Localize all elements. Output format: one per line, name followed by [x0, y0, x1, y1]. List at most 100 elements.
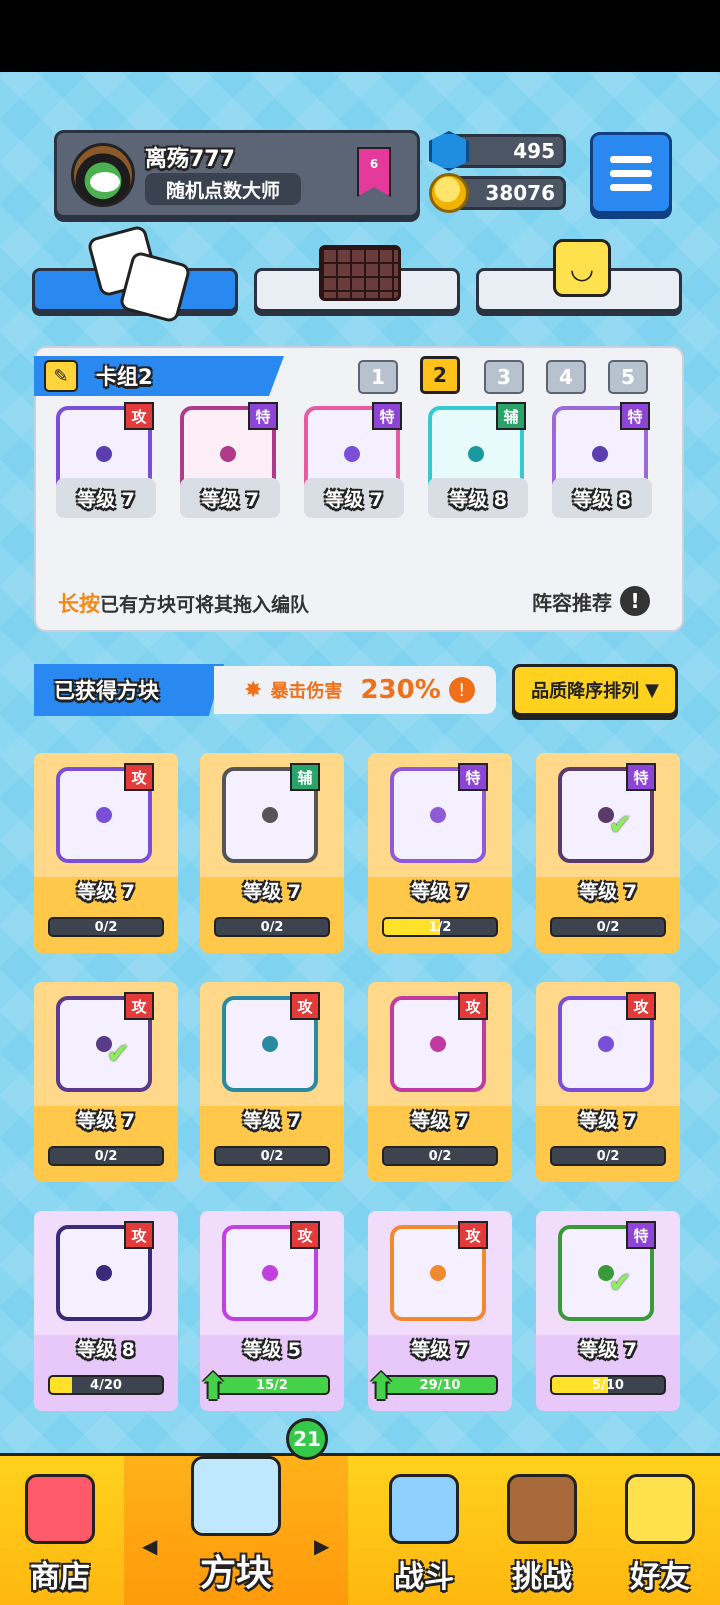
deck-card-level: 等级 7	[180, 478, 280, 518]
shield-icon	[389, 1474, 459, 1544]
info-icon[interactable]: !	[620, 586, 650, 616]
card-level: 等级 7	[411, 1110, 469, 1132]
signboard-icon	[507, 1474, 577, 1544]
nav-battle-label: 战斗	[394, 1560, 454, 1595]
nav-shop[interactable]: 商店	[0, 1456, 120, 1605]
player-title: 随机点数大师	[145, 173, 301, 205]
owned-card[interactable]: 攻等级 7 29/10 ⬆	[368, 1211, 512, 1411]
nav-challenge[interactable]: 挑战	[482, 1456, 602, 1605]
block-icon: 特 ✔	[558, 763, 656, 863]
progress-text: 0/2	[428, 1148, 452, 1164]
gem-icon	[429, 131, 469, 171]
owned-card[interactable]: 特等级 7 1/2	[368, 753, 512, 953]
upgrade-progress-bar: 0/2	[214, 917, 330, 937]
tab-emote[interactable]: ◡	[476, 239, 682, 312]
owned-card[interactable]: 攻等级 8 4/20	[34, 1211, 178, 1411]
sort-dropdown[interactable]: 品质降序排列 ▼	[512, 664, 678, 716]
triangle-down-icon: ▼	[645, 679, 659, 701]
block-icon: 攻	[390, 1221, 488, 1321]
deck-slot-2[interactable]: 2	[420, 356, 460, 394]
type-tag: 特	[372, 402, 402, 430]
drag-hint: 长按已有方块可将其拖入编队	[58, 588, 309, 618]
type-tag: 攻	[124, 402, 154, 430]
coins-value: 38076	[485, 181, 555, 205]
owned-card[interactable]: 攻 ✔ 等级 7 0/2	[34, 982, 178, 1182]
nav-challenge-label: 挑战	[512, 1560, 572, 1595]
upgrade-progress-bar: 0/2	[550, 917, 666, 937]
deck-card-level: 等级 7	[304, 478, 404, 518]
owned-card[interactable]: 辅等级 7 0/2	[200, 753, 344, 953]
type-tag: 特	[626, 763, 656, 791]
nav-shop-label: 商店	[30, 1560, 90, 1595]
crit-value: 230%	[360, 675, 441, 705]
friend-block-icon	[625, 1474, 695, 1544]
upgrade-progress-bar: 15/2	[214, 1375, 330, 1395]
block-icon: 攻	[56, 763, 154, 863]
deck-name: 卡组2	[96, 365, 153, 389]
type-tag: 攻	[458, 992, 488, 1020]
check-icon: ✔	[608, 808, 632, 841]
arrow-right-icon[interactable]: ▶	[314, 1534, 329, 1558]
deck-slot-1[interactable]: 1	[358, 360, 398, 394]
nav-friends[interactable]: 好友	[600, 1456, 720, 1605]
nav-battle[interactable]: 战斗	[364, 1456, 484, 1605]
owned-card[interactable]: 攻等级 7 0/2	[200, 982, 344, 1182]
upgrade-arrow-icon: ⬆	[200, 1367, 229, 1408]
type-tag: 特	[458, 763, 488, 791]
owned-card[interactable]: 攻等级 5 15/2 ⬆	[200, 1211, 344, 1411]
progress-text: 0/2	[596, 919, 620, 935]
arrow-left-icon[interactable]: ◀	[142, 1534, 157, 1558]
recommend-button[interactable]: 阵容推荐 !	[532, 586, 650, 616]
owned-card[interactable]: 攻等级 7 0/2	[368, 982, 512, 1182]
card-level: 等级 7	[579, 1110, 637, 1132]
type-tag: 攻	[626, 992, 656, 1020]
nav-blocks[interactable]: 方块 ◀ ▶	[124, 1456, 348, 1605]
rank-badge-icon[interactable]: 6	[357, 147, 391, 197]
coins-counter[interactable]: 38076	[429, 173, 566, 213]
block-icon: 特 ✔	[558, 1221, 656, 1321]
bottom-nav: 商店 方块 ◀ ▶ 21 战斗 挑战 好友	[0, 1418, 720, 1605]
card-level: 等级 7	[579, 881, 637, 903]
player-name: 离殇777	[145, 147, 235, 172]
progress-text: 0/2	[94, 1148, 118, 1164]
type-tag: 攻	[124, 992, 154, 1020]
deck-title-bar[interactable]: ✎ 卡组2	[34, 356, 284, 396]
player-profile[interactable]: 离殇777 随机点数大师 6	[54, 130, 420, 218]
owned-card[interactable]: 特 ✔ 等级 7 5/10	[536, 1211, 680, 1411]
player-avatar[interactable]	[71, 143, 135, 207]
type-tag: 辅	[290, 763, 320, 791]
menu-button[interactable]	[590, 132, 672, 214]
card-level: 等级 7	[77, 881, 135, 903]
tab-board[interactable]	[254, 245, 460, 312]
gems-counter[interactable]: 495	[429, 131, 566, 171]
owned-card[interactable]: 特 ✔ 等级 7 0/2	[536, 753, 680, 953]
type-tag: 特	[620, 402, 650, 430]
type-tag: 攻	[290, 992, 320, 1020]
card-level: 等级 7	[243, 1110, 301, 1132]
deck-slot-4[interactable]: 4	[546, 360, 586, 394]
progress-text: 1/2	[428, 919, 452, 935]
type-tag: 攻	[458, 1221, 488, 1249]
progress-text: 0/2	[260, 1148, 284, 1164]
pencil-icon[interactable]: ✎	[44, 360, 78, 392]
check-icon: ✔	[106, 1037, 130, 1070]
coin-icon	[429, 173, 469, 213]
tab-dice[interactable]	[32, 224, 238, 324]
owned-card[interactable]: 攻等级 7 0/2	[34, 753, 178, 953]
owned-label: 已获得方块	[34, 664, 224, 716]
crit-damage-box[interactable]: ✸ 暴击伤害 230% !	[214, 666, 496, 714]
info-icon[interactable]: !	[448, 677, 475, 703]
card-level: 等级 5	[243, 1339, 301, 1361]
card-level: 等级 7	[243, 881, 301, 903]
deck-slot-3[interactable]: 3	[484, 360, 524, 394]
upgrade-progress-bar: 0/2	[550, 1146, 666, 1166]
owned-header: 已获得方块 ✸ 暴击伤害 230% !	[34, 664, 496, 716]
deck-slot-5[interactable]: 5	[608, 360, 648, 394]
type-tag: 特	[248, 402, 278, 430]
block-icon: 攻	[222, 992, 320, 1092]
game-screen: 离殇777 随机点数大师 6 495 38076 ◡ ✎ 卡组2 1 2 3 4…	[0, 72, 720, 1605]
block-icon: 攻	[558, 992, 656, 1092]
progress-text: 0/2	[260, 919, 284, 935]
owned-card[interactable]: 攻等级 7 0/2	[536, 982, 680, 1182]
shop-icon	[25, 1474, 95, 1544]
